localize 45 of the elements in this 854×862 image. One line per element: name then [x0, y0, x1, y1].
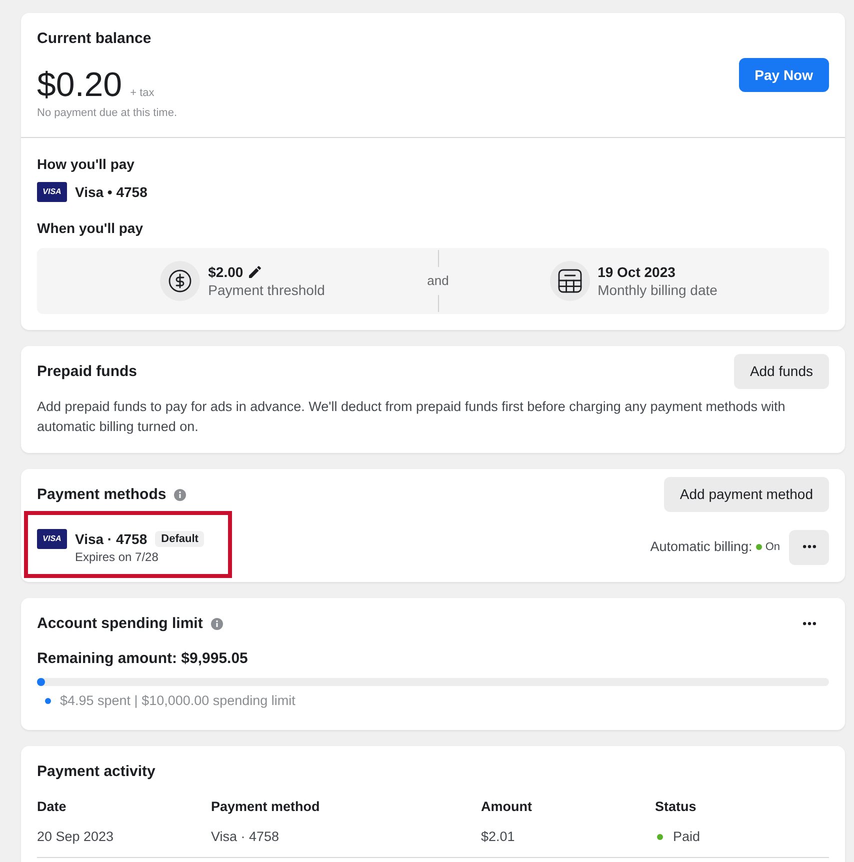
automatic-billing-value: On	[765, 540, 780, 555]
section-title: Prepaid funds	[37, 362, 138, 382]
add-funds-button[interactable]: Add funds	[734, 354, 829, 389]
card-brand-logo: VISA	[37, 529, 67, 549]
section-title: Payment methods	[37, 484, 166, 504]
expiry-date: Expires on 7/28	[75, 549, 160, 565]
column-header: Payment method	[211, 798, 320, 816]
column-header: Date	[37, 798, 66, 816]
billing-date-label: Monthly billing date	[598, 281, 718, 299]
threshold-value: $2.00	[208, 263, 244, 281]
threshold-label: Payment threshold	[208, 281, 325, 299]
remaining-amount: Remaining amount: $9,995.05	[37, 649, 249, 669]
separator-text: and	[427, 273, 449, 289]
dollar-coin-icon	[160, 261, 200, 301]
default-badge: Default	[155, 531, 204, 547]
column-header: Amount	[481, 798, 532, 816]
card-label: Visa • 4758	[75, 183, 148, 202]
table-cell-text: $2.01	[481, 828, 515, 846]
pencil-icon[interactable]	[249, 266, 262, 278]
balance-amount: $0.20	[37, 65, 122, 105]
billing-date-value: 19 Oct 2023	[598, 263, 676, 281]
calendar-icon	[550, 261, 590, 301]
info-icon[interactable]	[210, 618, 223, 630]
tax-note: + tax	[130, 86, 154, 101]
table-cell-text: 20 Sep 2023	[37, 828, 114, 846]
table-cell-text: Visa · 4758	[211, 828, 280, 846]
info-icon[interactable]	[174, 488, 186, 500]
automatic-billing-label: Automatic billing:	[650, 538, 752, 556]
add-payment-method-button[interactable]: Add payment method	[664, 477, 829, 512]
pay-now-button[interactable]: Pay Now	[738, 58, 829, 92]
due-note: No payment due at this time.	[37, 106, 178, 121]
section-title: When you'll pay	[37, 219, 144, 238]
more-options-icon[interactable]	[803, 622, 816, 626]
column-header: Status	[655, 798, 696, 816]
spending-legend: $4.95 spent | $10,000.00 spending limit	[60, 691, 296, 711]
legend-dot-icon	[45, 698, 51, 704]
section-title: How you'll pay	[37, 155, 136, 174]
card-brand-logo: VISA	[37, 182, 67, 202]
section-title: Current balance	[37, 29, 152, 49]
prepaid-description: Add prepaid funds to pay for ads in advance. We'll deduct from prepaid funds first before charging any payment methods with automatic billing turned on.	[37, 398, 786, 436]
ellipsis-icon[interactable]	[802, 545, 816, 549]
section-title: Account spending limit	[37, 614, 203, 634]
section-title: Payment activity	[37, 762, 156, 782]
status-label: Paid	[673, 828, 700, 846]
card-label: Visa · 4758	[75, 530, 148, 549]
